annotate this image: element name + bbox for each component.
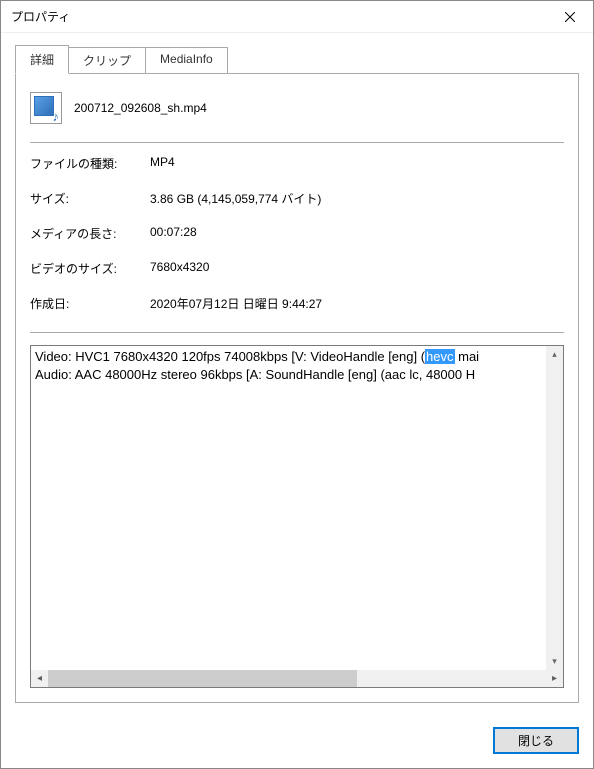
scroll-up-icon[interactable]: ▴ (546, 346, 563, 363)
media-video-pre: Video: HVC1 7680x4320 120fps 74008kbps [… (35, 349, 425, 364)
close-icon[interactable] (547, 1, 593, 33)
media-video-post: mai (455, 349, 480, 364)
titlebar: プロパティ (1, 1, 593, 33)
value-video-size: 7680x4320 (150, 260, 564, 277)
label-duration: メディアの長さ: (30, 225, 150, 242)
property-grid: ファイルの種類: MP4 サイズ: 3.86 GB (4,145,059,774… (30, 155, 564, 312)
media-line-video: Video: HVC1 7680x4320 120fps 74008kbps [… (35, 348, 559, 366)
scroll-down-icon[interactable]: ▾ (546, 653, 563, 670)
window-title: プロパティ (11, 8, 547, 25)
content-area: 詳細 クリップ MediaInfo 200712_092608_sh.mp4 フ… (1, 33, 593, 717)
label-video-size: ビデオのサイズ: (30, 260, 150, 277)
label-created: 作成日: (30, 295, 150, 312)
media-line-audio: Audio: AAC 48000Hz stereo 96kbps [A: Sou… (35, 366, 559, 384)
value-duration: 00:07:28 (150, 225, 564, 242)
separator (30, 332, 564, 333)
close-button[interactable]: 閉じる (493, 727, 579, 754)
tab-panel-details: 200712_092608_sh.mp4 ファイルの種類: MP4 サイズ: 3… (15, 73, 579, 703)
tab-details[interactable]: 詳細 (15, 45, 69, 74)
media-info-wrap: Video: HVC1 7680x4320 120fps 74008kbps [… (30, 345, 564, 688)
media-lines: Video: HVC1 7680x4320 120fps 74008kbps [… (31, 346, 563, 386)
tab-mediainfo[interactable]: MediaInfo (145, 47, 228, 73)
scroll-left-icon[interactable]: ◂ (31, 670, 48, 687)
hscroll-track[interactable] (48, 670, 546, 687)
value-created: 2020年07月12日 日曜日 9:44:27 (150, 295, 564, 312)
value-size: 3.86 GB (4,145,059,774 バイト) (150, 190, 564, 207)
media-video-highlight: hevc (425, 349, 454, 364)
label-size: サイズ: (30, 190, 150, 207)
dialog-footer: 閉じる (1, 717, 593, 768)
vscroll-track[interactable] (546, 363, 563, 653)
video-file-icon (30, 92, 62, 124)
separator (30, 142, 564, 143)
label-filetype: ファイルの種類: (30, 155, 150, 172)
hscroll-thumb[interactable] (48, 670, 357, 687)
media-info-textbox[interactable]: Video: HVC1 7680x4320 120fps 74008kbps [… (30, 345, 564, 688)
tab-bar: 詳細 クリップ MediaInfo (15, 45, 579, 73)
tab-clip[interactable]: クリップ (68, 47, 146, 73)
file-header: 200712_092608_sh.mp4 (30, 92, 564, 124)
file-name: 200712_092608_sh.mp4 (74, 101, 207, 115)
scroll-right-icon[interactable]: ▸ (546, 670, 563, 687)
horizontal-scrollbar[interactable]: ◂ ▸ (31, 670, 563, 687)
value-filetype: MP4 (150, 155, 564, 172)
vertical-scrollbar[interactable]: ▴ ▾ (546, 346, 563, 670)
